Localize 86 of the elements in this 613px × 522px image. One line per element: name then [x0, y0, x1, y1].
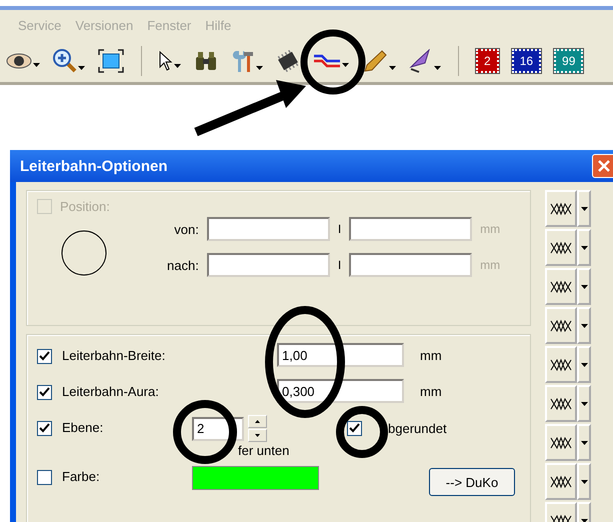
window-title: Leiterbahn-Optionen [20, 158, 168, 174]
close-button[interactable] [592, 154, 613, 178]
caret-icon [580, 284, 588, 288]
caret-icon [580, 402, 588, 406]
unit-label: mm [480, 222, 500, 236]
style-button[interactable] [545, 463, 577, 500]
color-swatch[interactable] [192, 466, 319, 490]
input-field[interactable] [206, 253, 330, 277]
style-button[interactable] [545, 346, 577, 383]
traces-icon[interactable] [313, 52, 341, 70]
dropdown-button[interactable] [577, 463, 591, 500]
crossed-lines-icon [550, 358, 572, 372]
fit-screen-icon[interactable] [98, 49, 124, 73]
close-icon [597, 159, 611, 173]
caret-icon [580, 480, 588, 484]
caret-icon[interactable] [342, 63, 349, 67]
unit-label: mm [420, 384, 442, 399]
input-field[interactable] [349, 253, 472, 277]
caret-icon [580, 362, 588, 366]
crossed-lines-icon [550, 396, 572, 410]
caret-icon [580, 324, 588, 328]
crossed-lines-icon [550, 280, 572, 294]
option-label: Leiterbahn-Aura: [62, 384, 160, 399]
option-label: bgerundet [388, 421, 447, 436]
input-field[interactable] [206, 217, 330, 241]
pen-icon[interactable] [362, 49, 388, 73]
caret-icon[interactable] [434, 66, 441, 70]
tools-icon[interactable] [231, 49, 255, 73]
position-label: Position: [60, 199, 110, 214]
unit-label: mm [480, 258, 500, 272]
dropdown-button[interactable] [577, 307, 591, 344]
caret-icon[interactable] [78, 66, 85, 70]
caret-icon[interactable] [174, 64, 181, 68]
input-field[interactable] [349, 217, 472, 241]
checkbox[interactable] [37, 385, 52, 400]
caret-icon [580, 518, 588, 522]
zoom-in-icon[interactable] [53, 49, 77, 73]
crossed-lines-icon [550, 318, 572, 332]
style-button[interactable] [545, 229, 577, 266]
crossed-lines-icon [550, 436, 572, 450]
checkbox[interactable] [37, 470, 52, 485]
unit-label: mm [420, 348, 442, 363]
caret-icon [580, 246, 588, 250]
layer-name: fer unten [238, 443, 290, 458]
input-field[interactable]: 0,300 [277, 379, 404, 403]
eye-icon[interactable] [6, 52, 32, 70]
dropdown-button[interactable] [577, 229, 591, 266]
separator-text: I [338, 222, 342, 236]
separator-text: I [338, 258, 342, 272]
style-button[interactable] [545, 385, 577, 422]
option-label: Leiterbahn-Breite: [62, 348, 166, 363]
option-label: Farbe: [62, 469, 101, 484]
dropdown-button[interactable] [577, 385, 591, 422]
spin-buttons[interactable] [248, 415, 267, 442]
binoculars-icon[interactable] [194, 51, 218, 71]
layer-button[interactable]: 16 [512, 49, 542, 73]
pointer-icon[interactable] [159, 51, 173, 71]
dropdown-button[interactable] [577, 190, 591, 227]
dropdown-button[interactable] [577, 424, 591, 461]
checkbox[interactable] [347, 421, 362, 436]
annotation-circle [173, 400, 237, 464]
checkbox[interactable] [37, 349, 52, 364]
caret-icon[interactable] [256, 66, 263, 70]
annotation-circle [300, 30, 366, 94]
checkbox[interactable] [37, 421, 52, 436]
layer-button[interactable]: 2 [476, 49, 499, 73]
style-button[interactable] [545, 268, 577, 305]
caret-icon[interactable] [33, 63, 40, 67]
dropdown-button[interactable] [577, 346, 591, 383]
crossed-lines-icon [550, 474, 572, 488]
style-button[interactable] [545, 190, 577, 227]
coordinate-label: nach: [167, 258, 199, 272]
coordinate-label: von: [173, 222, 199, 236]
dropdown-button[interactable] [577, 268, 591, 305]
crossed-lines-icon [550, 240, 572, 254]
style-button[interactable] [545, 424, 577, 461]
caret-icon [580, 440, 588, 444]
layer-button[interactable]: 99 [554, 49, 584, 73]
style-button[interactable] [545, 307, 577, 344]
caret-icon [580, 206, 588, 210]
caret-icon[interactable] [389, 66, 396, 70]
duko-button[interactable]: --> DuKo [429, 468, 515, 496]
crossed-lines-icon [550, 202, 572, 216]
input-field[interactable]: 1,00 [277, 343, 404, 367]
circle-icon [61, 230, 107, 276]
option-label: Ebene: [62, 420, 104, 435]
